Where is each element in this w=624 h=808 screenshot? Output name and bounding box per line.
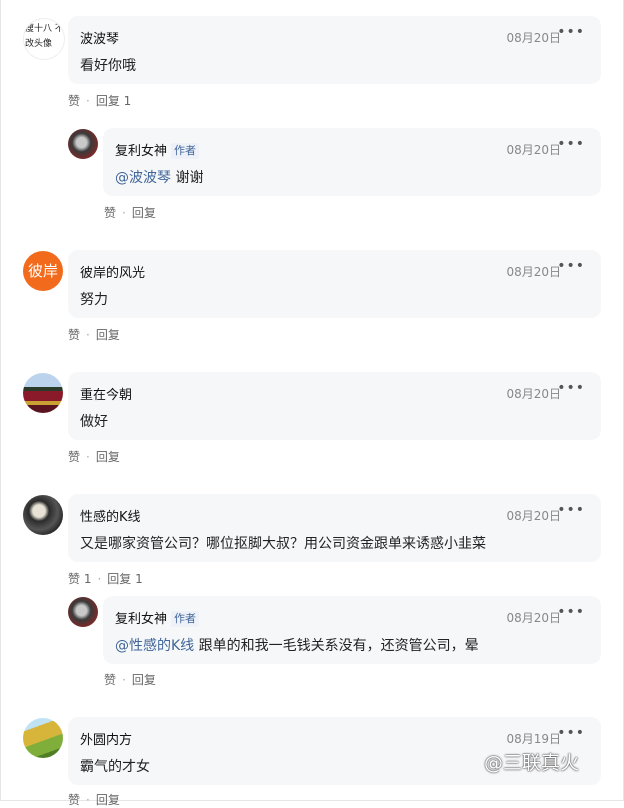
like-button[interactable]: 赞 [68, 328, 80, 342]
like-button[interactable]: 赞 [104, 673, 116, 687]
reply-bubble: 复利女神 作者 08月20日 ••• @性感的K线 跟单的和我一毛钱关系没有，还资… [103, 596, 601, 664]
like-button[interactable]: 赞 [68, 793, 80, 807]
reply-button[interactable]: 回复 [132, 206, 156, 220]
reply-bubble: 复利女神 作者 08月20日 ••• @波波琴 谢谢 [103, 128, 601, 196]
avatar[interactable] [68, 129, 98, 159]
comment-text: 霸气的才女 [80, 759, 150, 775]
comment-bubble: 重在今朝 08月20日 ••• 做好 [68, 372, 601, 440]
comment-text: 看好你哦 [80, 58, 136, 74]
separator-dot: · [86, 793, 90, 807]
comment-bubble: 彼岸的风光 08月20日 ••• 努力 [68, 250, 601, 318]
more-icon[interactable]: ••• [557, 502, 585, 518]
comment-text: @波波琴 谢谢 [115, 170, 204, 186]
avatar[interactable] [68, 597, 98, 627]
username[interactable]: 复利女神 作者 [115, 140, 200, 159]
avatar[interactable]: 瘦十八 不改头像 [23, 18, 65, 60]
author-badge: 作者 [171, 611, 200, 627]
separator-dot: · [122, 673, 126, 687]
like-button[interactable]: 赞 [68, 94, 80, 108]
comment-actions: 赞 · 回复 [104, 204, 156, 221]
avatar[interactable] [23, 373, 63, 413]
mention-link[interactable]: @性感的K线 [115, 638, 194, 654]
comment-text: 又是哪家资管公司？哪位抠脚大叔？用公司资金跟单来诱惑小韭菜 [80, 536, 486, 552]
reply-button[interactable]: 回复 1 [96, 94, 131, 108]
author-badge: 作者 [171, 143, 200, 159]
comment-text: 做好 [80, 414, 108, 430]
separator-dot: · [86, 450, 90, 464]
more-icon[interactable]: ••• [557, 725, 585, 741]
comment-actions: 赞 · 回复 [68, 326, 120, 343]
comment-date: 08月20日 [506, 265, 561, 279]
comment-date: 08月20日 [506, 387, 561, 401]
avatar[interactable] [23, 495, 63, 535]
watermark: @三联真火 [484, 752, 580, 774]
comment-actions: 赞 · 回复 [104, 671, 156, 688]
comment-bubble: 波波琴 08月20日 ••• 看好你哦 [68, 16, 601, 84]
like-button[interactable]: 赞 [104, 206, 116, 220]
comment-actions: 赞 · 回复 [68, 791, 120, 808]
reply-button[interactable]: 回复 [132, 673, 156, 687]
username[interactable]: 外圆内方 [80, 729, 132, 748]
like-button[interactable]: 赞 [68, 450, 80, 464]
username[interactable]: 波波琴 [80, 28, 119, 47]
separator-dot: · [97, 572, 102, 586]
comment-date: 08月20日 [506, 143, 561, 157]
separator-dot: · [86, 328, 90, 342]
avatar[interactable] [23, 718, 63, 758]
username[interactable]: 复利女神 作者 [115, 608, 200, 627]
separator-dot: · [86, 94, 90, 108]
comment-actions: 赞 · 回复 1 [68, 92, 131, 109]
reply-button[interactable]: 回复 [96, 450, 120, 464]
reply-button[interactable]: 回复 [96, 793, 120, 807]
more-icon[interactable]: ••• [557, 380, 585, 396]
reply-button[interactable]: 回复 [96, 328, 120, 342]
avatar[interactable]: 彼岸 [23, 251, 63, 291]
comment-actions: 赞 1 · 回复 1 [68, 570, 143, 587]
comment-date: 08月19日 [506, 732, 561, 746]
more-icon[interactable]: ••• [557, 258, 585, 274]
separator-dot: · [122, 206, 126, 220]
comment-date: 08月20日 [506, 611, 561, 625]
more-icon[interactable]: ••• [557, 24, 585, 40]
comment-actions: 赞 · 回复 [68, 448, 120, 465]
reply-button[interactable]: 回复 1 [107, 572, 142, 586]
username[interactable]: 重在今朝 [80, 384, 132, 403]
username[interactable]: 彼岸的风光 [80, 262, 145, 281]
comment-text: @性感的K线 跟单的和我一毛钱关系没有，还资管公司，晕 [115, 638, 479, 654]
comment-date: 08月20日 [506, 509, 561, 523]
like-button[interactable]: 赞 1 [68, 572, 91, 586]
comment-bubble: 性感的K线 08月20日 ••• 又是哪家资管公司？哪位抠脚大叔？用公司资金跟单… [68, 494, 601, 562]
mention-link[interactable]: @波波琴 [115, 170, 171, 186]
more-icon[interactable]: ••• [557, 604, 585, 620]
username[interactable]: 性感的K线 [80, 506, 141, 525]
comment-text: 努力 [80, 292, 108, 308]
comment-date: 08月20日 [506, 31, 561, 45]
more-icon[interactable]: ••• [557, 136, 585, 152]
